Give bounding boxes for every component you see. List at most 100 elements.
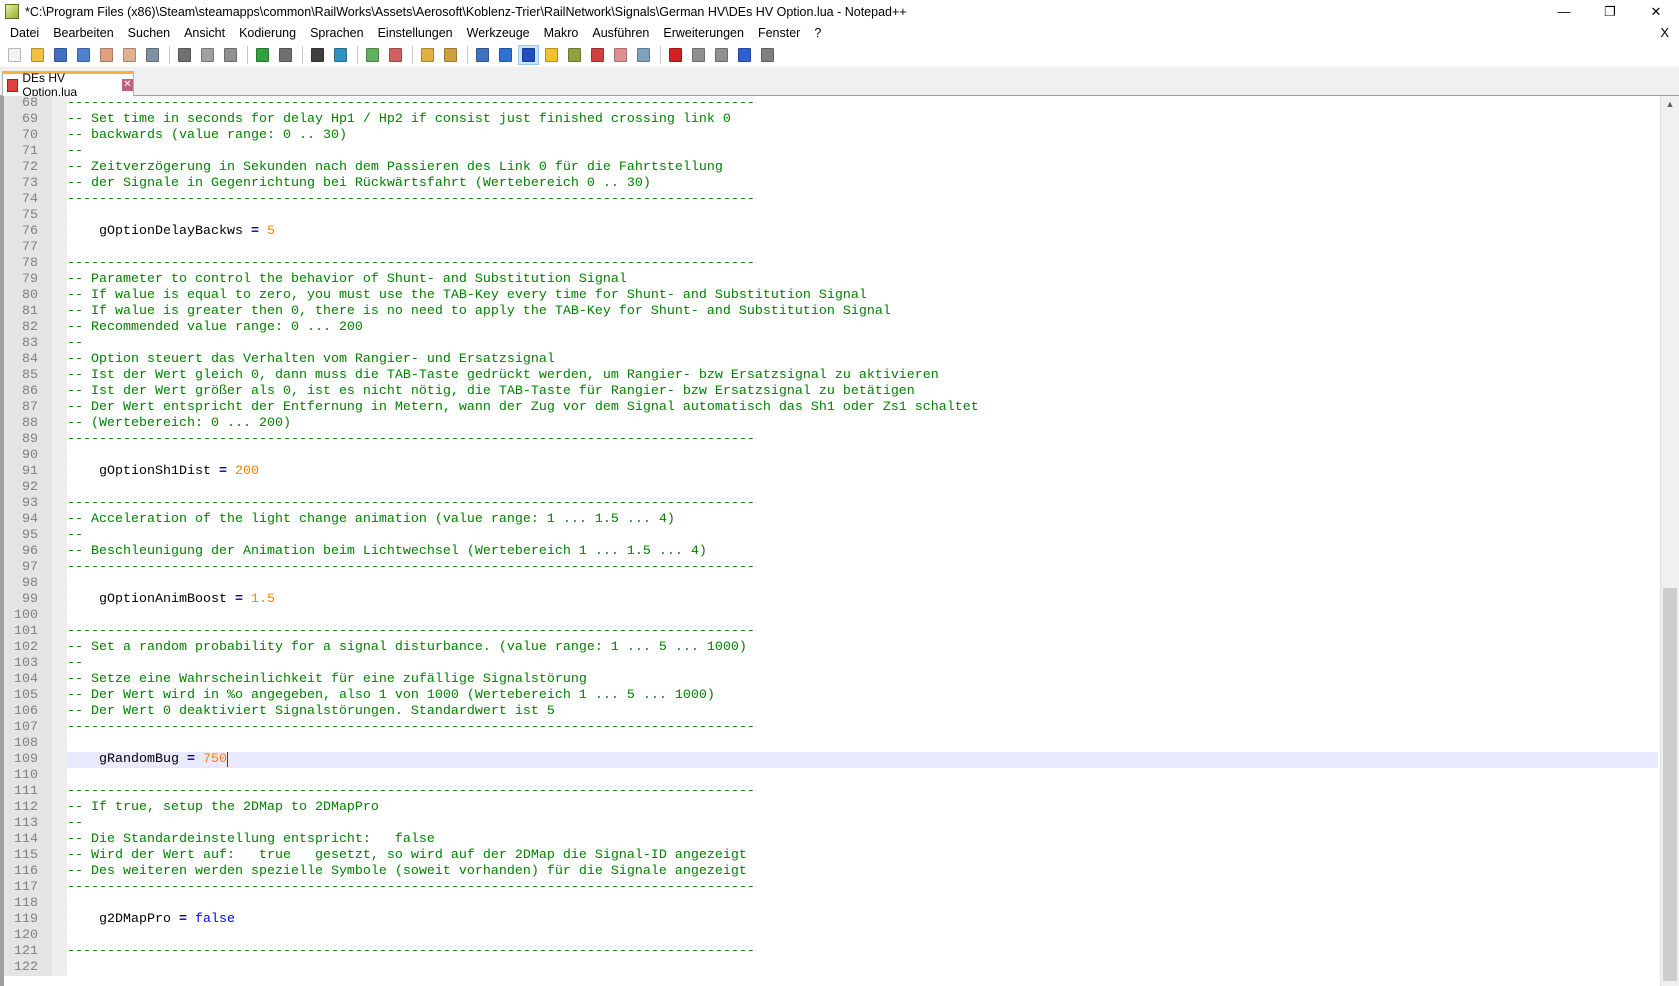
line-text[interactable]: -- Set time in seconds for delay Hp1 / H… bbox=[67, 112, 1658, 128]
fold-margin[interactable] bbox=[52, 416, 67, 432]
fold-margin[interactable] bbox=[52, 624, 67, 640]
line-text[interactable] bbox=[67, 608, 1658, 624]
code-line[interactable]: 71 -- bbox=[4, 144, 1658, 160]
line-text[interactable]: -- backwards (value range: 0 .. 30) bbox=[67, 128, 1658, 144]
stop-macro-button[interactable] bbox=[688, 45, 709, 65]
line-text[interactable]: -- Des weiteren werden spezielle Symbole… bbox=[67, 864, 1658, 880]
fold-margin[interactable] bbox=[52, 480, 67, 496]
code-line[interactable]: 106 -- Der Wert 0 deaktiviert Signalstöru… bbox=[4, 704, 1658, 720]
show-all-chars-button[interactable] bbox=[495, 45, 516, 65]
line-text[interactable]: -- Wird der Wert auf: true gesetzt, so w… bbox=[67, 848, 1658, 864]
line-text[interactable] bbox=[67, 896, 1658, 912]
line-text[interactable]: ----------------------------------------… bbox=[67, 560, 1658, 576]
code-line[interactable]: 90 bbox=[4, 448, 1658, 464]
fold-margin[interactable] bbox=[52, 288, 67, 304]
fold-margin[interactable] bbox=[52, 448, 67, 464]
code-line[interactable]: 80 -- If walue is equal to zero, you must… bbox=[4, 288, 1658, 304]
fold-margin[interactable] bbox=[52, 432, 67, 448]
fold-margin[interactable] bbox=[52, 512, 67, 528]
scroll-up-arrow-icon[interactable]: ▲ bbox=[1661, 96, 1679, 113]
code-line[interactable]: 83 -- bbox=[4, 336, 1658, 352]
minimize-button[interactable]: — bbox=[1541, 0, 1587, 23]
fold-margin[interactable] bbox=[52, 704, 67, 720]
menu-ansicht[interactable]: Ansicht bbox=[177, 26, 232, 40]
doc-map-button[interactable] bbox=[564, 45, 585, 65]
fold-margin[interactable] bbox=[52, 144, 67, 160]
menu-fenster[interactable]: Fenster bbox=[751, 26, 807, 40]
code-line[interactable]: 92 bbox=[4, 480, 1658, 496]
code-line[interactable]: 103 -- bbox=[4, 656, 1658, 672]
line-text[interactable]: -- Option steuert das Verhalten vom Rang… bbox=[67, 352, 1658, 368]
redo-button[interactable] bbox=[275, 45, 296, 65]
copy-button[interactable] bbox=[197, 45, 218, 65]
code-editor[interactable]: 68 --------------------------------------… bbox=[0, 96, 1679, 986]
fold-margin[interactable] bbox=[52, 336, 67, 352]
code-line[interactable]: 76 gOptionDelayBackws = 5 bbox=[4, 224, 1658, 240]
code-line[interactable]: 88 -- (Wertebereich: 0 ... 200) bbox=[4, 416, 1658, 432]
sync-vertical-button[interactable] bbox=[417, 45, 438, 65]
code-line[interactable]: 72 -- Zeitverzögerung in Sekunden nach de… bbox=[4, 160, 1658, 176]
fold-margin[interactable] bbox=[52, 944, 67, 960]
code-line[interactable]: 110 bbox=[4, 768, 1658, 784]
line-text[interactable]: gOptionAnimBoost = 1.5 bbox=[67, 592, 1658, 608]
save-all-button[interactable] bbox=[73, 45, 94, 65]
zoom-out-button[interactable] bbox=[385, 45, 406, 65]
code-line[interactable]: 102 -- Set a random probability for a sig… bbox=[4, 640, 1658, 656]
code-line[interactable]: 82 -- Recommended value range: 0 ... 200 bbox=[4, 320, 1658, 336]
close-button[interactable] bbox=[96, 45, 117, 65]
open-file-button[interactable] bbox=[27, 45, 48, 65]
line-text[interactable]: -- If true, setup the 2DMap to 2DMapPro bbox=[67, 800, 1658, 816]
code-line[interactable]: 68 --------------------------------------… bbox=[4, 96, 1658, 112]
fold-margin[interactable] bbox=[52, 784, 67, 800]
line-text[interactable]: ----------------------------------------… bbox=[67, 256, 1658, 272]
folder-workspace-button[interactable] bbox=[610, 45, 631, 65]
vertical-scrollbar[interactable]: ▲ bbox=[1660, 96, 1679, 986]
tab-des-hv-option-lua[interactable]: DEs HV Option.lua ✕ bbox=[2, 71, 134, 99]
line-text[interactable] bbox=[67, 208, 1658, 224]
line-text[interactable]: -- bbox=[67, 528, 1658, 544]
line-text[interactable]: ----------------------------------------… bbox=[67, 880, 1658, 896]
code-line[interactable]: 93 --------------------------------------… bbox=[4, 496, 1658, 512]
fold-margin[interactable] bbox=[52, 848, 67, 864]
code-line[interactable]: 116 -- Des weiteren werden spezielle Symb… bbox=[4, 864, 1658, 880]
fold-margin[interactable] bbox=[52, 368, 67, 384]
fold-margin[interactable] bbox=[52, 832, 67, 848]
line-text[interactable]: -- If walue is greater then 0, there is … bbox=[67, 304, 1658, 320]
code-line[interactable]: 85 -- Ist der Wert gleich 0, dann muss di… bbox=[4, 368, 1658, 384]
code-line[interactable]: 108 bbox=[4, 736, 1658, 752]
paste-button[interactable] bbox=[220, 45, 241, 65]
replace-button[interactable] bbox=[330, 45, 351, 65]
close-document-menu-button[interactable]: X bbox=[1660, 25, 1669, 40]
line-text[interactable]: -- der Signale in Gegenrichtung bei Rück… bbox=[67, 176, 1658, 192]
line-text[interactable]: -- Beschleunigung der Animation beim Lic… bbox=[67, 544, 1658, 560]
code-line[interactable]: 107 -------------------------------------… bbox=[4, 720, 1658, 736]
code-line[interactable]: 87 -- Der Wert entspricht der Entfernung … bbox=[4, 400, 1658, 416]
fold-margin[interactable] bbox=[52, 608, 67, 624]
line-text[interactable] bbox=[67, 768, 1658, 784]
line-text[interactable]: ----------------------------------------… bbox=[67, 96, 1658, 112]
line-text[interactable]: -- bbox=[67, 816, 1658, 832]
monitoring-button[interactable] bbox=[633, 45, 654, 65]
menu-bearbeiten[interactable]: Bearbeiten bbox=[46, 26, 120, 40]
cut-button[interactable] bbox=[174, 45, 195, 65]
udl-button[interactable] bbox=[541, 45, 562, 65]
menu-makro[interactable]: Makro bbox=[537, 26, 586, 40]
code-line[interactable]: 75 bbox=[4, 208, 1658, 224]
fold-margin[interactable] bbox=[52, 256, 67, 272]
menu-erweiterungen[interactable]: Erweiterungen bbox=[656, 26, 751, 40]
code-line[interactable]: 100 bbox=[4, 608, 1658, 624]
code-line[interactable]: 122 bbox=[4, 960, 1658, 976]
zoom-in-button[interactable] bbox=[362, 45, 383, 65]
line-text[interactable]: ----------------------------------------… bbox=[67, 496, 1658, 512]
line-text[interactable]: -- Der Wert wird in %o angegeben, also 1… bbox=[67, 688, 1658, 704]
fold-margin[interactable] bbox=[52, 224, 67, 240]
fold-margin[interactable] bbox=[52, 576, 67, 592]
line-text[interactable]: -- Recommended value range: 0 ... 200 bbox=[67, 320, 1658, 336]
code-line[interactable]: 81 -- If walue is greater then 0, there i… bbox=[4, 304, 1658, 320]
record-macro-button[interactable] bbox=[665, 45, 686, 65]
save-macro-button[interactable] bbox=[757, 45, 778, 65]
line-text[interactable] bbox=[67, 928, 1658, 944]
fold-margin[interactable] bbox=[52, 304, 67, 320]
fold-margin[interactable] bbox=[52, 960, 67, 976]
line-text[interactable]: gRandomBug = 750 bbox=[67, 752, 1658, 768]
